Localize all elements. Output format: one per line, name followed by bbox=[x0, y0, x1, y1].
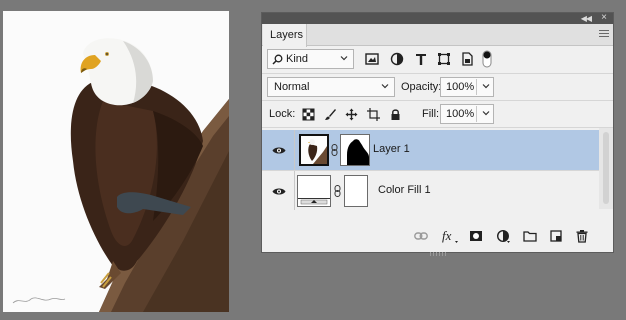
collapse-panel-icon[interactable]: ◀◀ bbox=[581, 14, 592, 23]
lock-artboard-icon[interactable] bbox=[367, 108, 380, 121]
opacity-field[interactable]: 100% bbox=[440, 77, 494, 97]
eye-icon[interactable] bbox=[272, 146, 286, 155]
adjustment-filter-icon[interactable] bbox=[389, 51, 405, 67]
opacity-label: Opacity: bbox=[401, 81, 442, 93]
shape-filter-icon[interactable] bbox=[436, 51, 452, 67]
layers-panel: ◀◀ × Layers Kind Normal Opacity: 100% Lo… bbox=[261, 12, 614, 256]
scrollbar-thumb[interactable] bbox=[603, 132, 609, 204]
search-icon bbox=[272, 54, 283, 65]
new-adjustment-icon[interactable] bbox=[496, 229, 510, 243]
chevron-down-icon bbox=[340, 56, 348, 61]
lock-position-icon[interactable] bbox=[345, 108, 358, 121]
lock-label: Lock: bbox=[269, 108, 296, 120]
panel-tab-row: Layers bbox=[262, 24, 613, 47]
fill-thumbnail[interactable] bbox=[297, 175, 331, 207]
filter-row: Kind bbox=[262, 46, 613, 74]
blend-row: Normal Opacity: 100% bbox=[262, 74, 613, 101]
delete-layer-icon[interactable] bbox=[575, 229, 589, 243]
filter-kind-select[interactable]: Kind bbox=[267, 49, 354, 69]
layer-row-color-fill-1[interactable]: Color Fill 1 bbox=[262, 170, 600, 210]
fill-label: Fill: bbox=[422, 108, 440, 120]
chevron-down-icon[interactable] bbox=[481, 108, 491, 118]
layer-mask-thumbnail[interactable] bbox=[340, 134, 370, 166]
blend-mode-select[interactable]: Normal bbox=[267, 77, 395, 97]
new-layer-icon[interactable] bbox=[549, 229, 563, 243]
fill-mask-thumbnail[interactable] bbox=[344, 175, 368, 207]
svg-text:fx: fx bbox=[442, 229, 452, 243]
panel-title-bar[interactable]: ◀◀ × bbox=[262, 13, 613, 24]
document-canvas[interactable] bbox=[3, 11, 229, 312]
tab-layers[interactable]: Layers bbox=[263, 24, 307, 47]
layer-name[interactable]: Layer 1 bbox=[373, 143, 410, 155]
chevron-down-icon[interactable] bbox=[481, 81, 491, 91]
link-icon[interactable] bbox=[334, 185, 341, 197]
filter-kind-value: Kind bbox=[286, 53, 309, 65]
resize-grip[interactable] bbox=[430, 247, 450, 256]
lock-all-icon[interactable] bbox=[389, 108, 402, 121]
eagle-photo bbox=[12, 38, 229, 312]
fx-icon[interactable]: fx bbox=[442, 229, 458, 243]
layer-row-layer-1[interactable]: Layer 1 bbox=[262, 130, 600, 170]
layer-list: Layer 1 Color Fill 1 bbox=[262, 128, 613, 210]
layer-list-scrollbar[interactable] bbox=[599, 128, 613, 209]
link-icon[interactable] bbox=[331, 144, 338, 156]
link-layers-icon[interactable] bbox=[414, 229, 428, 243]
blend-mode-value: Normal bbox=[274, 81, 310, 93]
add-mask-icon[interactable] bbox=[469, 229, 483, 243]
chevron-down-icon bbox=[381, 84, 389, 89]
lock-transparent-icon[interactable] bbox=[302, 108, 315, 121]
image-filter-icon[interactable] bbox=[364, 51, 380, 67]
layer-name[interactable]: Color Fill 1 bbox=[378, 184, 431, 196]
lock-image-icon[interactable] bbox=[324, 108, 337, 121]
opacity-value: 100% bbox=[446, 81, 475, 93]
filter-toggle-icon[interactable] bbox=[481, 49, 493, 69]
panel-footer: fx bbox=[262, 220, 613, 256]
fill-field[interactable]: 100% bbox=[440, 104, 494, 124]
layer-thumbnail[interactable] bbox=[299, 134, 329, 166]
fill-value: 100% bbox=[446, 108, 475, 120]
type-filter-icon[interactable] bbox=[413, 51, 429, 67]
smart-object-filter-icon[interactable] bbox=[459, 51, 475, 67]
close-icon[interactable]: × bbox=[601, 13, 607, 23]
panel-menu-icon[interactable] bbox=[599, 30, 609, 39]
lock-row: Lock: Fill: 100% bbox=[262, 101, 613, 128]
new-group-icon[interactable] bbox=[523, 229, 537, 243]
eye-icon[interactable] bbox=[272, 187, 286, 196]
